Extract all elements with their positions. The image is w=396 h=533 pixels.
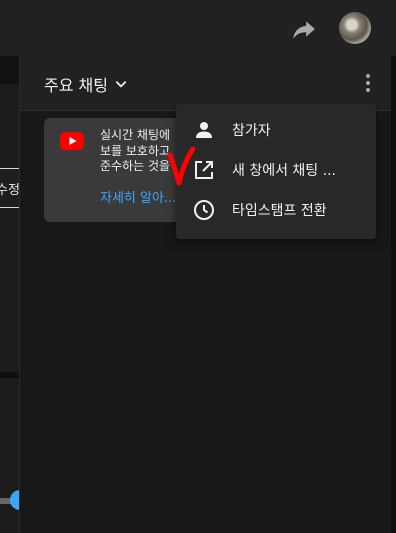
avatar[interactable] bbox=[339, 12, 371, 44]
left-panel-fragment: 수정 bbox=[0, 56, 30, 533]
red-checkmark-annotation bbox=[167, 147, 195, 186]
menu-item-toggle-timestamps[interactable]: 타임스탬프 전환 bbox=[176, 190, 376, 230]
more-vert-icon[interactable] bbox=[360, 72, 376, 94]
menu-item-popout-chat[interactable]: 새 창에서 채팅 ... bbox=[176, 150, 376, 190]
chat-title: 주요 채팅 bbox=[44, 76, 108, 95]
slider-knob[interactable] bbox=[0, 490, 30, 512]
clock-icon bbox=[194, 200, 214, 220]
chat-header: 주요 채팅 bbox=[20, 56, 392, 111]
masthead bbox=[0, 0, 396, 56]
edit-button-label: 수정 bbox=[0, 183, 20, 198]
chat-panel: 주요 채팅 실시간 채팅에 보를 보호하고 준수하는 것을 자세히 알아... bbox=[19, 56, 392, 533]
learn-more-link[interactable]: 자세히 알아... bbox=[100, 187, 176, 206]
youtube-logo-icon bbox=[60, 132, 84, 150]
chat-options-menu: 참가자 새 창에서 채팅 ... 타임스탬프 전환 bbox=[176, 104, 376, 239]
chevron-down-icon bbox=[115, 81, 127, 88]
menu-item-participants[interactable]: 참가자 bbox=[176, 110, 376, 150]
chat-mode-dropdown[interactable]: 주요 채팅 bbox=[44, 72, 128, 96]
edit-button-fragment[interactable]: 수정 bbox=[0, 168, 20, 208]
person-icon bbox=[196, 122, 212, 138]
open-in-new-icon bbox=[195, 161, 213, 179]
share-icon[interactable] bbox=[291, 16, 317, 42]
